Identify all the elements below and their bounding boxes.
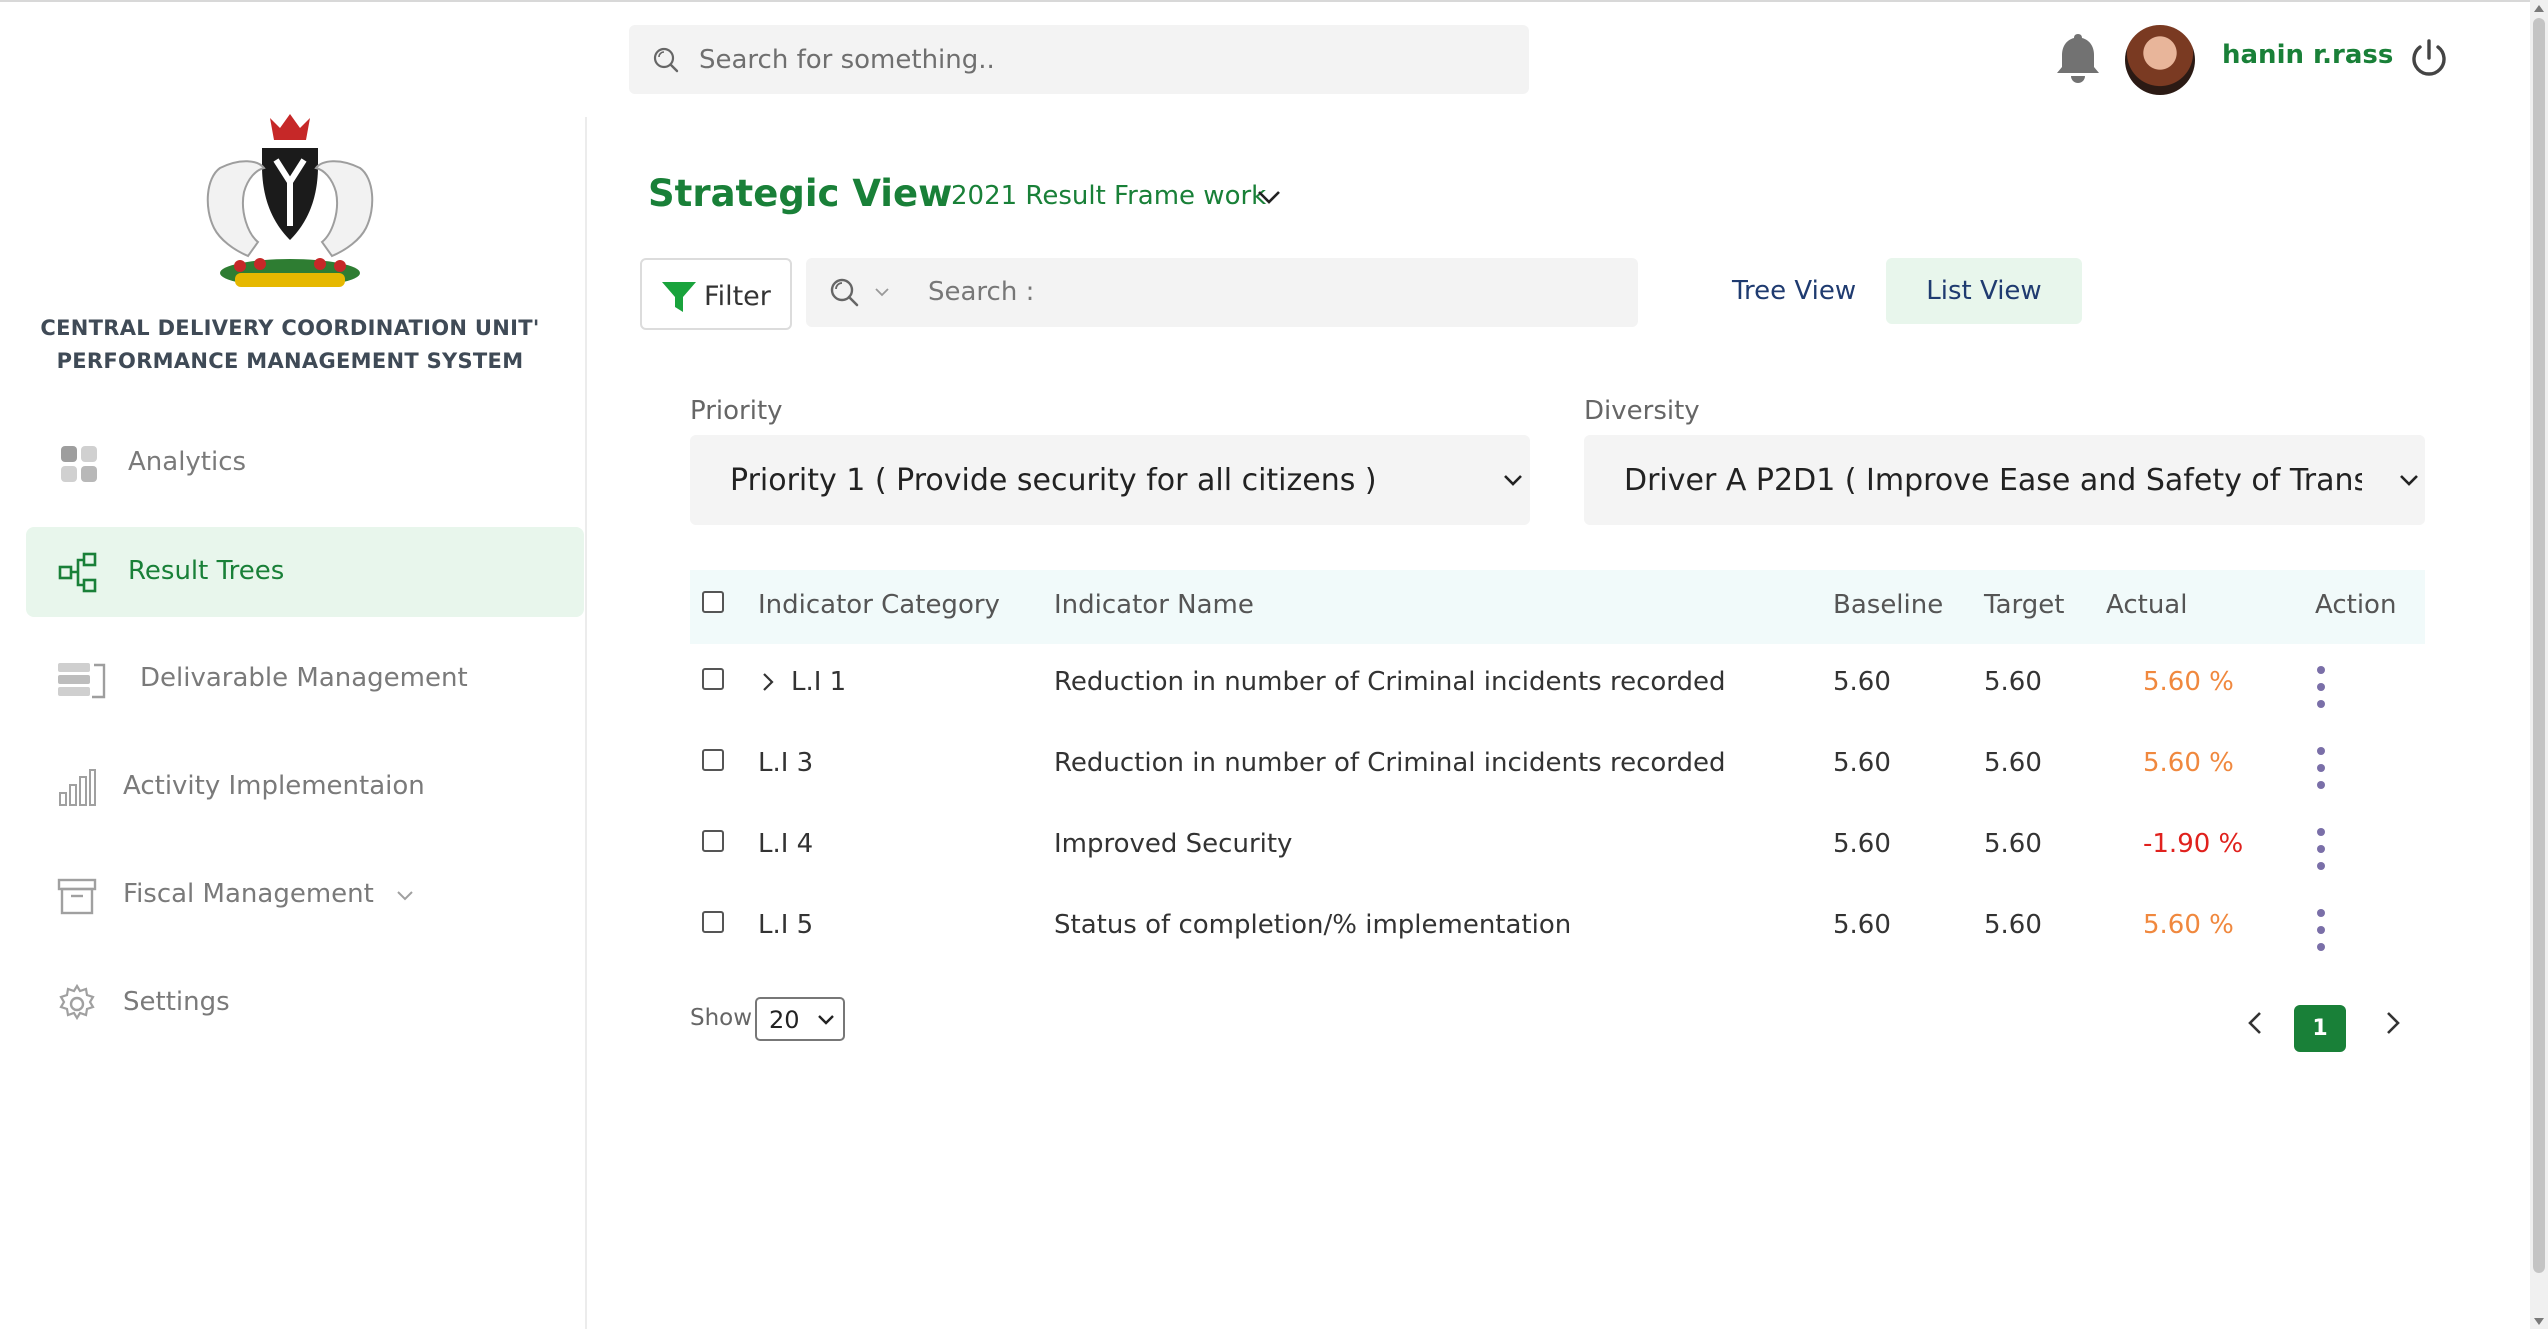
sidebar-item-settings[interactable]: Settings bbox=[26, 958, 584, 1048]
baseline-value: 5.60 bbox=[1833, 829, 1891, 859]
chevron-down-icon[interactable] bbox=[874, 286, 890, 298]
sidebar-item-label: Delivarable Management bbox=[140, 663, 468, 693]
column-header[interactable]: Indicator Name bbox=[1054, 590, 1254, 620]
org-name-line1: CENTRAL DELIVERY COORDINATION UNIT' bbox=[40, 316, 540, 340]
sidebar-divider bbox=[585, 117, 587, 1329]
deliverable-icon bbox=[58, 663, 106, 699]
row-checkbox[interactable] bbox=[702, 668, 724, 690]
coat-of-arms-logo bbox=[206, 114, 374, 287]
page-size-select[interactable]: 20 bbox=[755, 997, 845, 1041]
global-search-input[interactable] bbox=[699, 44, 1399, 75]
target-value: 5.60 bbox=[1984, 667, 2042, 697]
filter-button-label: Filter bbox=[704, 281, 771, 312]
sidebar-item-fiscal-management[interactable]: Fiscal Management bbox=[26, 850, 584, 940]
top-border bbox=[0, 0, 2548, 2]
sidebar-item-label: Activity Implementaion bbox=[123, 771, 425, 801]
indicator-category: L.I 5 bbox=[758, 910, 814, 940]
sidebar-item-deliverable-management[interactable]: Delivarable Management bbox=[26, 634, 584, 724]
filter-button[interactable]: Filter bbox=[640, 258, 792, 330]
page-size-label: Show bbox=[690, 1005, 753, 1031]
org-name-line2: PERFORMANCE MANAGEMENT SYSTEM bbox=[56, 349, 524, 373]
diversity-select[interactable]: Driver A P2D1 ( Improve Ease and Safety … bbox=[1584, 435, 2425, 525]
page-title: Strategic View bbox=[648, 172, 953, 215]
analytics-icon bbox=[61, 446, 97, 482]
search-icon bbox=[653, 47, 679, 72]
chevron-right-icon[interactable] bbox=[2381, 1010, 2403, 1036]
sidebar-item-result-trees[interactable]: Result Trees bbox=[26, 527, 584, 617]
more-actions-icon[interactable] bbox=[2316, 909, 2326, 955]
list-search-input[interactable] bbox=[928, 272, 1578, 312]
sidebar-item-label: Analytics bbox=[128, 447, 247, 477]
page-size-value: 20 bbox=[769, 1006, 800, 1034]
more-actions-icon[interactable] bbox=[2316, 666, 2326, 712]
bell-icon[interactable] bbox=[2054, 30, 2102, 86]
bar-chart-icon bbox=[59, 769, 96, 806]
select-all-checkbox[interactable] bbox=[702, 591, 724, 613]
archive-icon bbox=[57, 878, 97, 915]
indicator-name: Improved Security bbox=[1054, 829, 1293, 859]
sidebar-item-analytics[interactable]: Analytics bbox=[26, 418, 584, 508]
column-header[interactable]: Target bbox=[1984, 590, 2064, 620]
actual-value: -1.90 % bbox=[2143, 829, 2244, 859]
row-checkbox[interactable] bbox=[702, 911, 724, 933]
username[interactable]: hanin r.rass bbox=[2222, 40, 2393, 70]
tab-tree-view[interactable]: Tree View bbox=[1732, 276, 1856, 306]
actual-value: 5.60 % bbox=[2143, 748, 2234, 778]
priority-select-value: Priority 1 ( Provide security for all ci… bbox=[730, 463, 1377, 498]
sidebar-item-label: Fiscal Management bbox=[123, 879, 374, 909]
chevron-down-icon[interactable] bbox=[396, 890, 414, 902]
actual-value: 5.60 % bbox=[2143, 667, 2234, 697]
power-icon[interactable] bbox=[2407, 37, 2451, 81]
chevron-down-icon[interactable] bbox=[1502, 471, 1524, 489]
chevron-down-icon[interactable] bbox=[2398, 471, 2420, 489]
chevron-right-icon[interactable] bbox=[760, 672, 776, 692]
scroll-thumb[interactable] bbox=[2533, 18, 2545, 1273]
row-checkbox[interactable] bbox=[702, 830, 724, 852]
target-value: 5.60 bbox=[1984, 748, 2042, 778]
page-number-current[interactable]: 1 bbox=[2294, 1005, 2346, 1052]
sidebar-item-label: Result Trees bbox=[128, 556, 285, 586]
gear-icon bbox=[59, 983, 95, 1021]
more-actions-icon[interactable] bbox=[2316, 747, 2326, 793]
scroll-down-icon[interactable] bbox=[2534, 1318, 2544, 1325]
baseline-value: 5.60 bbox=[1833, 667, 1891, 697]
avatar[interactable] bbox=[2125, 25, 2195, 95]
more-actions-icon[interactable] bbox=[2316, 828, 2326, 874]
column-header[interactable]: Actual bbox=[2106, 590, 2187, 620]
priority-label: Priority bbox=[690, 396, 783, 426]
row-checkbox[interactable] bbox=[702, 749, 724, 771]
actual-value: 5.60 % bbox=[2143, 910, 2234, 940]
indicator-category: L.I 3 bbox=[758, 748, 814, 778]
diversity-label: Diversity bbox=[1584, 396, 1700, 426]
sidebar-item-label: Settings bbox=[123, 987, 230, 1017]
indicator-name: Status of completion/% implementation bbox=[1054, 910, 1572, 940]
org-name: CENTRAL DELIVERY COORDINATION UNIT' PERF… bbox=[30, 312, 550, 378]
diversity-select-value: Driver A P2D1 ( Improve Ease and Safety … bbox=[1624, 463, 2425, 498]
indicator-name: Reduction in number of Criminal incident… bbox=[1054, 667, 1726, 697]
search-icon[interactable] bbox=[828, 276, 860, 308]
tree-icon bbox=[58, 552, 97, 593]
chevron-left-icon[interactable] bbox=[2245, 1010, 2267, 1036]
column-header: Action bbox=[2315, 590, 2397, 620]
indicator-category: L.I 4 bbox=[758, 829, 814, 859]
global-search[interactable] bbox=[629, 25, 1529, 94]
indicator-category: L.I 1 bbox=[791, 667, 847, 697]
sidebar-item-activity-implementation[interactable]: Activity Implementaion bbox=[26, 742, 584, 832]
list-search[interactable] bbox=[806, 258, 1638, 327]
framework-dropdown[interactable]: 2021 Result Frame work bbox=[951, 181, 1266, 211]
baseline-value: 5.60 bbox=[1833, 748, 1891, 778]
column-header[interactable]: Indicator Category bbox=[758, 590, 1000, 620]
indicator-name: Reduction in number of Criminal incident… bbox=[1054, 748, 1726, 778]
chevron-down-icon[interactable] bbox=[1256, 184, 1282, 210]
chevron-down-icon[interactable] bbox=[817, 1013, 835, 1027]
target-value: 5.60 bbox=[1984, 910, 2042, 940]
tab-list-view[interactable]: List View bbox=[1886, 258, 2082, 324]
filter-icon bbox=[662, 282, 696, 312]
column-header[interactable]: Baseline bbox=[1833, 590, 1943, 620]
scroll-up-icon[interactable] bbox=[2534, 5, 2544, 12]
page-scrollbar[interactable] bbox=[2530, 0, 2548, 1329]
priority-select[interactable]: Priority 1 ( Provide security for all ci… bbox=[690, 435, 1530, 525]
baseline-value: 5.60 bbox=[1833, 910, 1891, 940]
target-value: 5.60 bbox=[1984, 829, 2042, 859]
